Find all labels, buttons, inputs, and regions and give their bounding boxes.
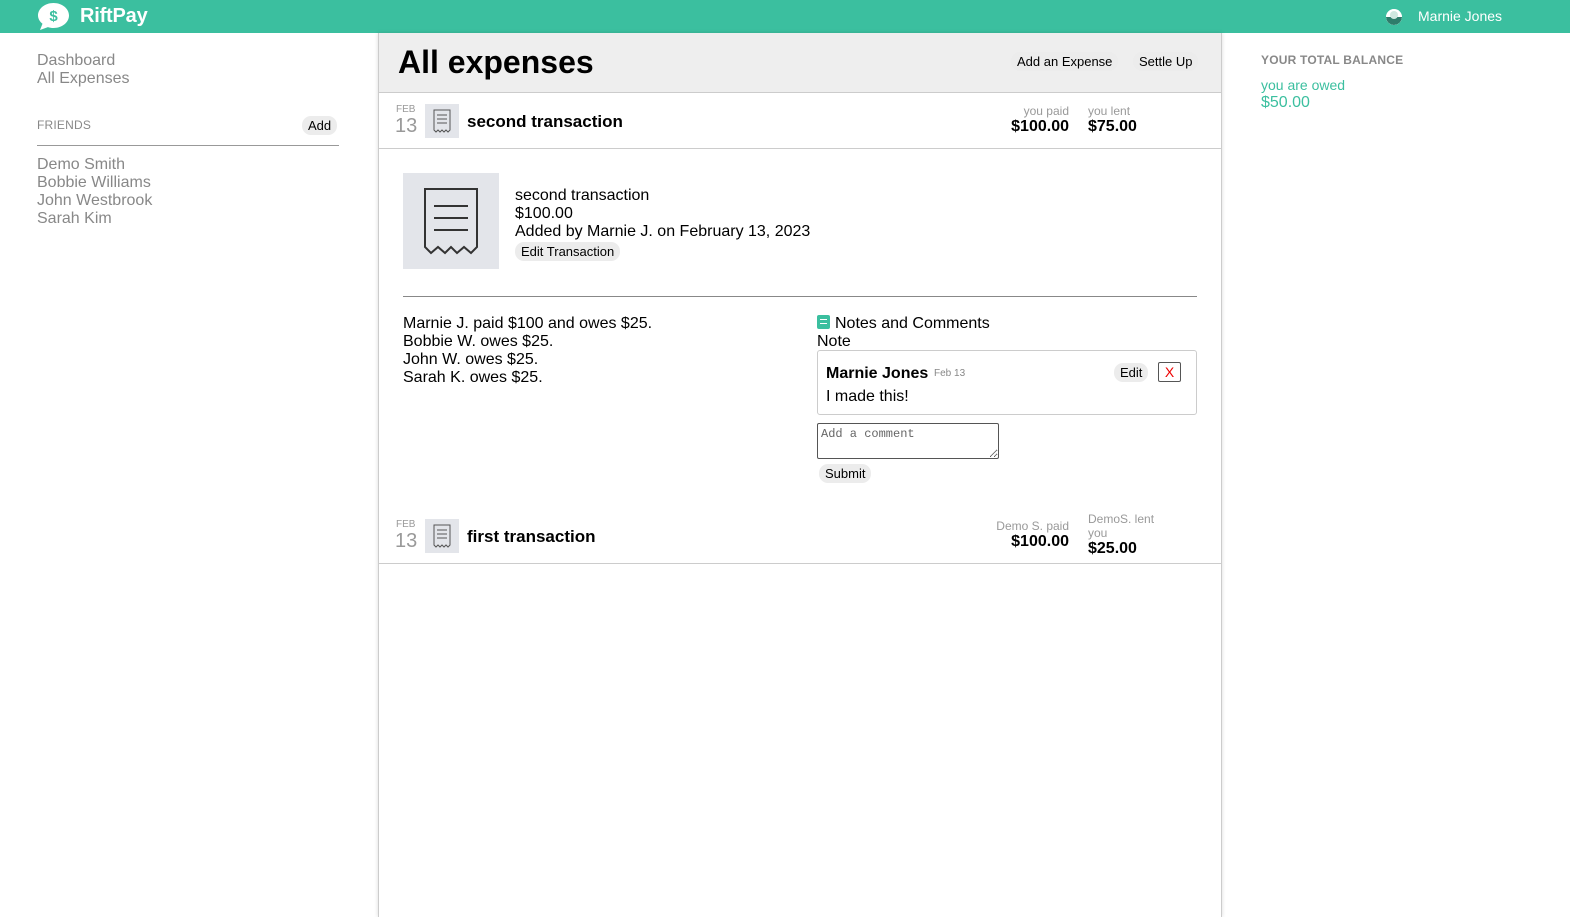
main-header: All expenses Add an Expense Settle Up [379,33,1221,93]
expense-day: 13 [395,115,418,137]
add-expense-button[interactable]: Add an Expense [1011,52,1119,71]
paid-amount: $100.00 [1011,118,1069,135]
expense-day: 13 [395,530,418,552]
notes-heading: Notes and Comments [835,315,990,332]
balance-status: you are owed [1261,77,1346,93]
lent-label: DemoS. lent you [1088,512,1155,540]
lent-block: DemoS. lent you $25.00 [1088,512,1168,558]
friend-item[interactable]: Demo Smith [37,156,152,174]
expense-title: first transaction [467,527,596,546]
sidebar: Dashboard All Expenses FRIENDS Add Demo … [37,52,339,227]
edit-transaction-button[interactable]: Edit Transaction [515,242,621,261]
detail-summary: second transaction $100.00 Added by Marn… [515,187,810,241]
paid-label: Demo S. paid [996,519,1069,533]
add-friend-button[interactable]: Add [302,116,338,135]
comment-date: Feb 13 [934,368,966,379]
split-line: Marnie J. paid $100 and owes $25. [403,315,653,332]
paid-block: you paid $100.00 [1000,104,1069,136]
comment-card: Marnie Jones Feb 13 Edit X I made this! [817,350,1197,415]
nav-all-expenses[interactable]: All Expenses [37,70,339,88]
receipt-icon [425,104,459,138]
friend-item[interactable]: Sarah Kim [37,210,152,228]
receipt-image [403,173,499,269]
split-line: Sarah K. owes $25. [403,369,543,386]
expense-detail: second transaction $100.00 Added by Marn… [379,149,1221,511]
comment-text: I made this! [826,388,909,405]
page-title: All expenses [398,44,594,80]
delete-comment-button[interactable]: X [1158,362,1181,382]
expense-row-second-transaction[interactable]: FEB 13 second transaction you paid $100.… [379,93,1221,149]
detail-title: second transaction [515,187,650,204]
submit-comment-button[interactable]: Submit [819,464,872,483]
paid-block: Demo S. paid $100.00 [975,519,1069,551]
top-bar: $ RiftPay Marnie Jones [0,0,1570,33]
main-panel: All expenses Add an Expense Settle Up FE… [378,33,1222,917]
friend-item[interactable]: John Westbrook [37,192,152,210]
split-line: John W. owes $25. [403,351,539,368]
friend-list: Demo Smith Bobbie Williams John Westbroo… [37,156,152,228]
user-avatar[interactable] [1386,9,1402,25]
detail-amount: $100.00 [515,205,573,222]
lent-label: you lent [1088,104,1131,118]
lent-amount: $75.00 [1088,118,1137,135]
edit-comment-button[interactable]: Edit [1114,363,1149,382]
expense-month: FEB [396,519,416,530]
paid-amount: $100.00 [1011,533,1069,550]
nav-dashboard[interactable]: Dashboard [37,52,339,70]
svg-text:$: $ [49,8,58,25]
logo-icon[interactable]: $ [37,2,70,31]
expense-row-first-transaction[interactable]: FEB 13 first transaction Demo S. paid $1… [379,508,1221,564]
receipt-icon [425,519,459,553]
user-menu[interactable]: Marnie Jones [1418,8,1502,24]
app-name[interactable]: RiftPay [80,5,148,28]
notes-section-header: Notes and Comments Note [817,315,990,351]
divider [403,296,1197,297]
expense-month: FEB [396,104,416,115]
receipt-large-icon [424,188,478,255]
lent-amount: $25.00 [1088,540,1137,557]
friends-label: FRIENDS [37,118,92,132]
comment-input[interactable] [817,423,999,459]
detail-added-by: Added by Marnie J. on February 13, 2023 [515,223,811,240]
split-breakdown: Marnie J. paid $100 and owes $25. Bobbie… [403,315,652,387]
comment-author: Marnie Jones [826,365,929,382]
balance-amount: $50.00 [1261,94,1310,111]
settle-up-button[interactable]: Settle Up [1133,52,1199,71]
split-line: Bobbie W. owes $25. [403,333,554,350]
expense-title: second transaction [467,112,623,131]
friends-header: FRIENDS Add [37,116,339,146]
note-label: Note [817,333,851,350]
paid-label: you paid [1023,104,1069,118]
balance-label: YOUR TOTAL BALANCE [1261,53,1404,67]
notes-icon [817,315,830,329]
friend-item[interactable]: Bobbie Williams [37,174,152,192]
lent-block: you lent $75.00 [1088,104,1137,136]
